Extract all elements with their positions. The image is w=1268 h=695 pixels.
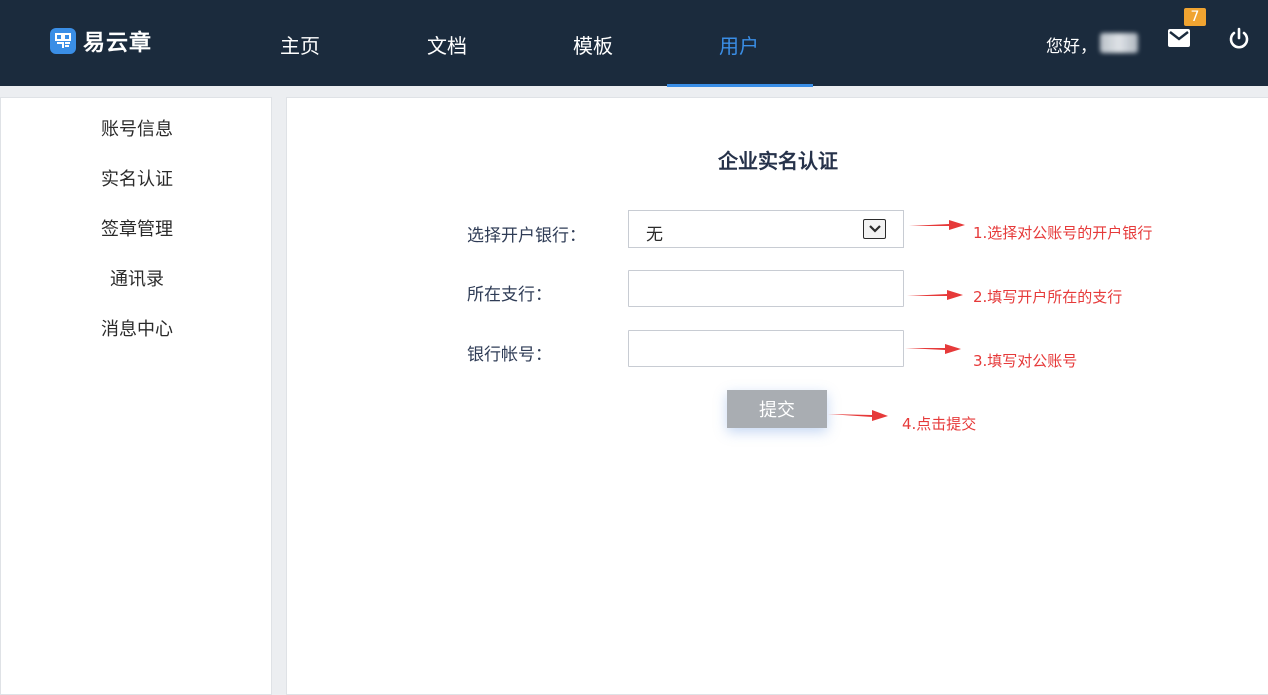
sidebar-item-seal-management[interactable]: 签章管理	[1, 215, 273, 241]
main-panel: 企业实名认证 选择开户银行： 无 所在支行： 银行帐号： 提交 1.选择对公账号…	[286, 97, 1268, 695]
nav-home[interactable]: 主页	[280, 30, 320, 86]
logo-icon	[50, 28, 76, 54]
top-navigation-bar: 易云章 主页 文档 模板 用户 您好， 7	[0, 0, 1268, 87]
bank-select-value: 无	[646, 225, 663, 245]
sidebar: 账号信息 实名认证 签章管理 通讯录 消息中心	[0, 97, 272, 695]
account-label: 银行帐号：	[467, 345, 552, 365]
sidebar-item-account-info[interactable]: 账号信息	[1, 115, 273, 141]
nav-user[interactable]: 用户	[719, 30, 759, 86]
logo-text: 易云章	[83, 31, 153, 56]
annotation-arrow-1	[909, 220, 965, 230]
nav-active-underline	[667, 84, 813, 87]
annotation-step1: 1.选择对公账号的开户银行	[973, 224, 1153, 242]
annotation-arrow-2	[907, 290, 963, 300]
nav-documents[interactable]: 文档	[427, 30, 467, 86]
branch-input[interactable]	[628, 270, 904, 307]
bank-select[interactable]: 无	[628, 210, 904, 248]
annotation-step3: 3.填写对公账号	[973, 352, 1078, 370]
sidebar-item-message-center[interactable]: 消息中心	[1, 315, 273, 341]
logo[interactable]: 易云章	[50, 25, 152, 57]
sidebar-item-real-name-auth[interactable]: 实名认证	[1, 165, 273, 191]
mail-count-badge: 7	[1184, 8, 1206, 26]
power-icon[interactable]	[1227, 27, 1251, 55]
bank-select-label: 选择开户银行：	[467, 226, 586, 246]
nav-templates[interactable]: 模板	[573, 30, 613, 86]
mail-icon[interactable]	[1168, 29, 1190, 51]
page-title: 企业实名认证	[718, 149, 838, 173]
annotation-step4: 4.点击提交	[902, 415, 977, 433]
username-blurred	[1100, 33, 1138, 53]
account-number-input[interactable]	[628, 330, 904, 367]
annotation-arrow-3	[905, 344, 961, 354]
chevron-down-icon[interactable]	[863, 219, 886, 239]
submit-button[interactable]: 提交	[727, 390, 827, 428]
greeting-text: 您好，	[1046, 37, 1097, 57]
annotation-arrow-4	[828, 410, 888, 421]
branch-label: 所在支行：	[467, 285, 552, 305]
sidebar-item-contacts[interactable]: 通讯录	[1, 265, 273, 291]
annotation-step2: 2.填写开户所在的支行	[973, 288, 1123, 306]
